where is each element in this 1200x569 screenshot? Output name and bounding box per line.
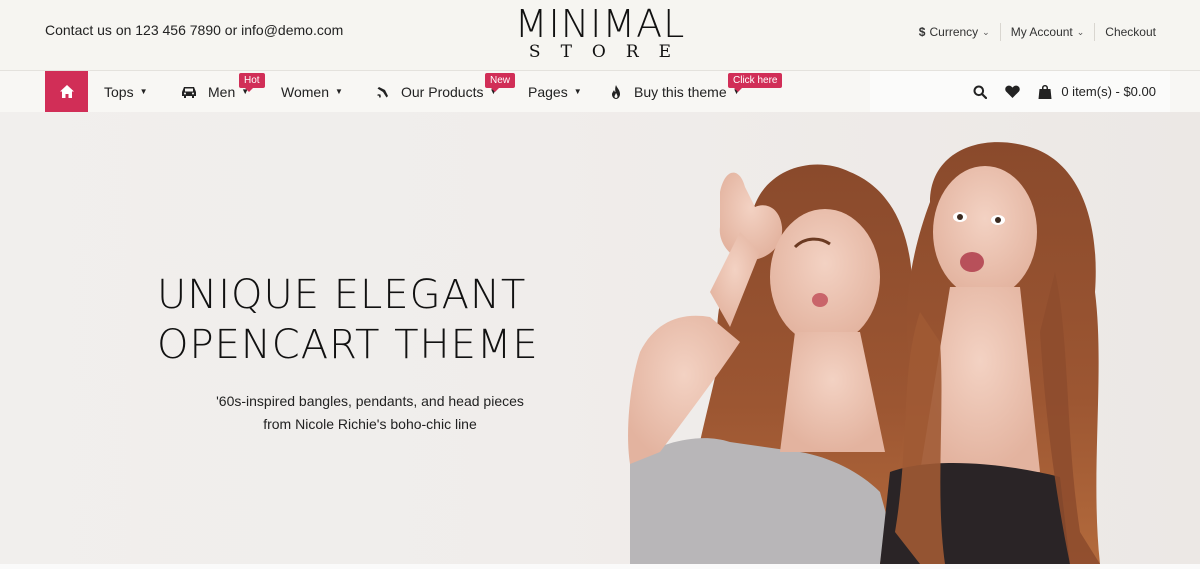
hero-banner[interactable]: UNIQUE ELEGANT OPENCART THEME '60s-inspi… bbox=[0, 112, 1200, 564]
hero-subtitle-line-2: from Nicole Richie's boho-chic line bbox=[263, 416, 477, 432]
hero-subtitle: '60s-inspired bangles, pendants, and hea… bbox=[200, 390, 540, 436]
home-button[interactable] bbox=[45, 71, 88, 112]
hero-title-line-1: UNIQUE ELEGANT bbox=[157, 272, 527, 318]
new-badge: New bbox=[485, 73, 516, 92]
plane-icon bbox=[377, 85, 389, 98]
logo-sub-text: STORE bbox=[528, 42, 692, 62]
cart-icon bbox=[1038, 84, 1052, 99]
search-button[interactable] bbox=[973, 85, 988, 99]
main-nav: Tops ▼ Men ▼ Hot Women ▼ Our Products ▼ … bbox=[0, 71, 1200, 112]
nav-item-label: Tops bbox=[104, 83, 134, 100]
checkout-link[interactable]: Checkout bbox=[1095, 25, 1166, 39]
home-icon bbox=[59, 85, 74, 98]
search-icon bbox=[973, 85, 988, 99]
caret-down-icon: ▼ bbox=[139, 87, 148, 96]
hot-badge: Hot bbox=[239, 73, 265, 92]
chevron-down-icon: ⌄ bbox=[982, 26, 990, 37]
hero-subtitle-line-1: '60s-inspired bangles, pendants, and hea… bbox=[216, 393, 524, 409]
nav-item-our-products[interactable]: Our Products ▼ bbox=[376, 71, 497, 112]
nav-item-label: Men bbox=[208, 83, 236, 100]
nav-item-label: Our Products bbox=[401, 83, 484, 100]
top-links: $ Currency ⌄ My Account ⌄ Checkout bbox=[909, 23, 1166, 41]
nav-item-tops[interactable]: Tops ▼ bbox=[104, 71, 148, 112]
nav-item-label: Pages bbox=[528, 83, 568, 100]
car-icon bbox=[182, 86, 196, 98]
nav-tools: 0 item(s) - $0.00 bbox=[973, 71, 1156, 112]
heart-icon bbox=[1005, 85, 1021, 98]
caret-down-icon: ▼ bbox=[573, 87, 582, 96]
wishlist-button[interactable] bbox=[1005, 85, 1021, 98]
chevron-down-icon: ⌄ bbox=[1076, 26, 1085, 37]
currency-dropdown[interactable]: $ Currency ⌄ bbox=[909, 25, 1000, 39]
caret-down-icon: ▼ bbox=[334, 87, 343, 96]
checkout-label: Checkout bbox=[1105, 25, 1156, 39]
hero-title: UNIQUE ELEGANT OPENCART THEME bbox=[157, 270, 597, 370]
my-account-dropdown[interactable]: My Account ⌄ bbox=[1001, 25, 1095, 39]
click-here-badge: Click here bbox=[728, 73, 783, 92]
hero-model-photo bbox=[628, 142, 1100, 564]
hero-title-line-2: OPENCART THEME bbox=[157, 322, 539, 368]
top-bar: Contact us on 123 456 7890 or info@demo.… bbox=[0, 0, 1200, 71]
nav-item-pages[interactable]: Pages ▼ bbox=[528, 71, 582, 112]
cart-summary: 0 item(s) - $0.00 bbox=[1061, 84, 1156, 99]
nav-item-buy-theme[interactable]: Buy this theme ▼ bbox=[611, 71, 741, 112]
nav-item-label: Women bbox=[281, 83, 329, 100]
flame-icon bbox=[612, 84, 620, 99]
nav-item-label: Buy this theme bbox=[634, 83, 727, 100]
cart-button[interactable]: 0 item(s) - $0.00 bbox=[1038, 84, 1156, 99]
nav-item-women[interactable]: Women ▼ bbox=[281, 71, 343, 112]
currency-label: Currency bbox=[929, 25, 979, 39]
currency-symbol: $ bbox=[918, 25, 926, 39]
my-account-label: My Account bbox=[1010, 25, 1073, 39]
page-bottom-strip bbox=[0, 564, 1200, 569]
